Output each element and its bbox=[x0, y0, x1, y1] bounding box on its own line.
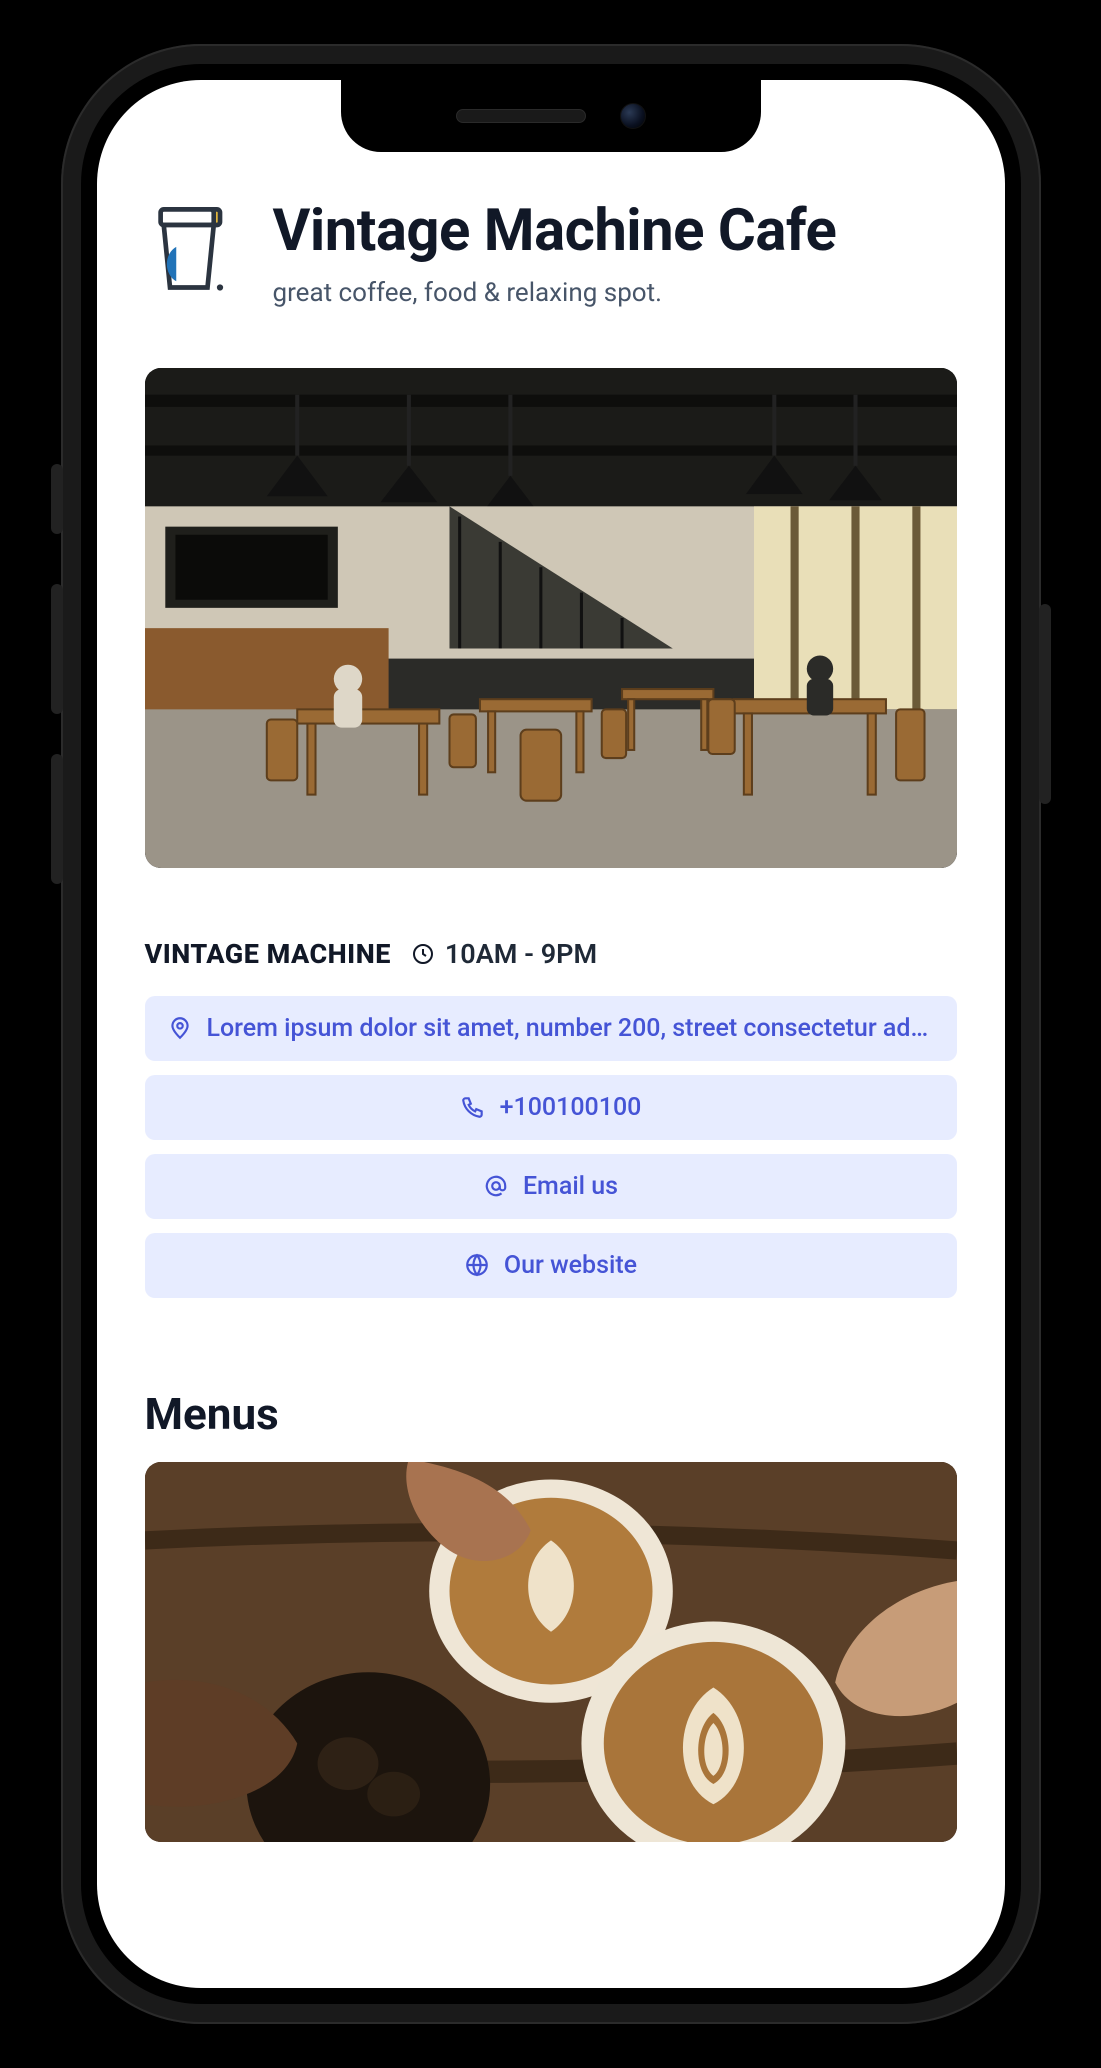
at-sign-icon bbox=[483, 1173, 509, 1199]
address-link[interactable]: Lorem ipsum dolor sit amet, number 200, … bbox=[145, 996, 957, 1061]
speaker-grille bbox=[456, 109, 586, 123]
menus-section-title: Menus bbox=[145, 1388, 957, 1440]
menus-hero-image[interactable] bbox=[145, 1462, 957, 1842]
address-text: Lorem ipsum dolor sit amet, number 200, … bbox=[207, 1014, 935, 1043]
front-camera bbox=[620, 103, 646, 129]
info-row: VINTAGE MACHINE 10AM - 9PM bbox=[145, 938, 957, 970]
phone-text: +100100100 bbox=[500, 1093, 642, 1122]
device-notch bbox=[341, 80, 761, 152]
silent-switch bbox=[51, 464, 63, 534]
phone-screen: Vintage Machine Cafe great coffee, food … bbox=[97, 80, 1005, 1988]
brand-label: VINTAGE MACHINE bbox=[145, 938, 391, 970]
website-text: Our website bbox=[504, 1251, 637, 1280]
phone-icon bbox=[460, 1094, 486, 1120]
hero-image bbox=[145, 368, 957, 868]
email-text: Email us bbox=[523, 1172, 618, 1201]
page-header: Vintage Machine Cafe great coffee, food … bbox=[145, 200, 957, 308]
email-link[interactable]: Email us bbox=[145, 1154, 957, 1219]
phone-link[interactable]: +100100100 bbox=[145, 1075, 957, 1140]
website-link[interactable]: Our website bbox=[145, 1233, 957, 1298]
power-button bbox=[1039, 604, 1051, 804]
app-logo bbox=[145, 200, 245, 304]
opening-hours: 10AM - 9PM bbox=[411, 938, 597, 970]
clock-icon bbox=[411, 942, 435, 966]
volume-down-button bbox=[51, 754, 63, 884]
page-tagline: great coffee, food & relaxing spot. bbox=[273, 278, 837, 308]
map-pin-icon bbox=[167, 1015, 193, 1041]
contact-list: Lorem ipsum dolor sit amet, number 200, … bbox=[145, 996, 957, 1298]
page-title: Vintage Machine Cafe bbox=[273, 200, 837, 264]
globe-icon bbox=[464, 1252, 490, 1278]
coffee-cup-icon bbox=[145, 200, 245, 300]
hours-text: 10AM - 9PM bbox=[445, 938, 597, 970]
phone-device-frame: Vintage Machine Cafe great coffee, food … bbox=[61, 44, 1041, 2024]
volume-up-button bbox=[51, 584, 63, 714]
